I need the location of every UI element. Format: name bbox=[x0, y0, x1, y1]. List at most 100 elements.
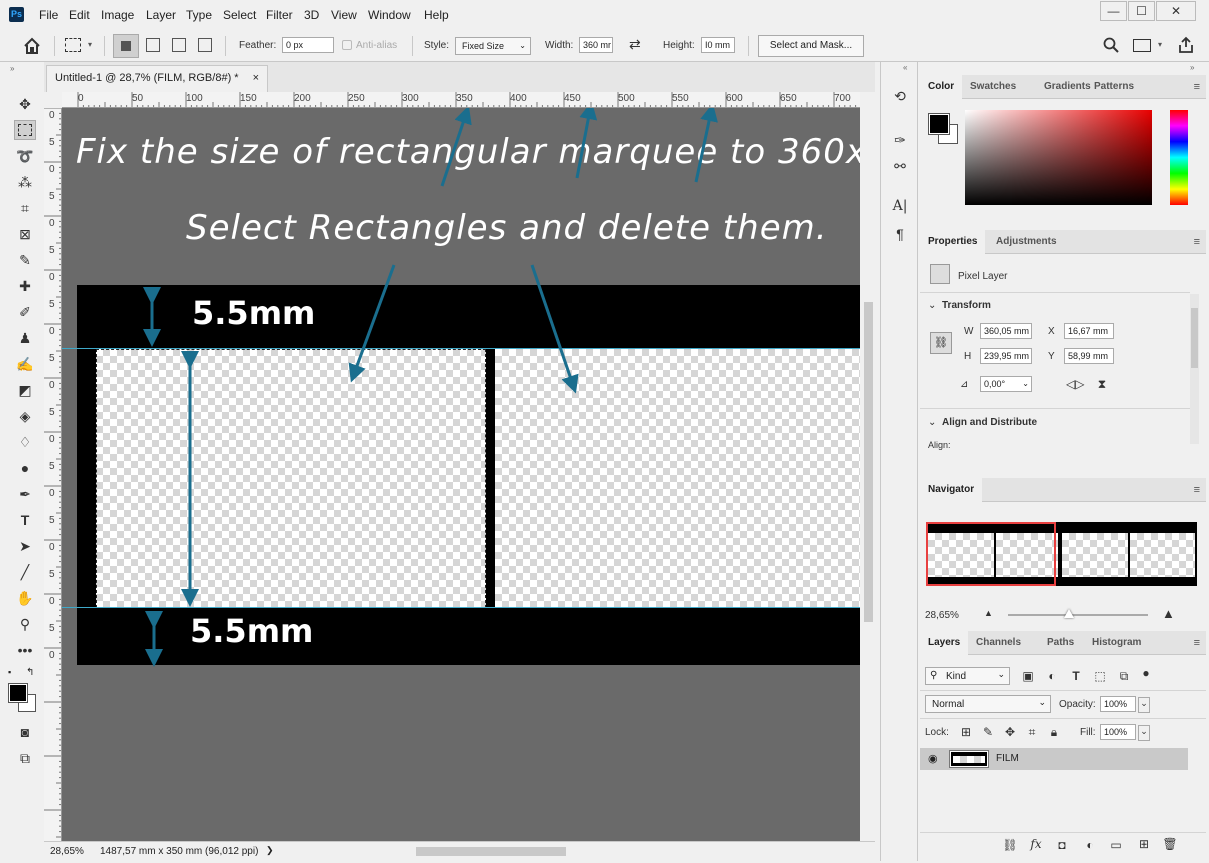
tab-channels[interactable]: Channels bbox=[968, 631, 1029, 655]
y-field[interactable]: 58,99 mm bbox=[1064, 348, 1114, 364]
navigator-thumbnail[interactable] bbox=[926, 522, 1197, 586]
tab-adjustments[interactable]: Adjustments bbox=[988, 230, 1065, 254]
align-header[interactable]: Align and Distribute bbox=[942, 417, 1037, 428]
close-button[interactable]: ✕ bbox=[1156, 1, 1196, 21]
move-tool-icon[interactable]: ✥ bbox=[14, 94, 36, 114]
lock-image-icon[interactable]: ✎ bbox=[980, 725, 996, 739]
add-mask-icon[interactable]: ◘ bbox=[1054, 838, 1070, 852]
delete-layer-icon[interactable]: 🗑︎ bbox=[1162, 837, 1178, 851]
panel-menu-icon[interactable]: ≡ bbox=[1194, 637, 1200, 649]
collapse-icon[interactable]: » bbox=[1190, 63, 1194, 72]
marquee-tool-icon[interactable] bbox=[14, 120, 36, 140]
close-icon[interactable]: × bbox=[253, 66, 259, 91]
filter-pixel-icon[interactable]: ▣ bbox=[1020, 669, 1036, 683]
eyedropper-tool-icon[interactable]: ✎ bbox=[14, 250, 36, 270]
eraser-tool-icon[interactable]: ◩ bbox=[14, 380, 36, 400]
link-icon[interactable]: ⛓ bbox=[930, 332, 952, 354]
chevron-down-icon[interactable]: ▾ bbox=[88, 40, 92, 49]
minimize-button[interactable]: — bbox=[1100, 1, 1127, 21]
dodge-tool-icon[interactable]: ● bbox=[14, 458, 36, 478]
line-tool-icon[interactable]: ╱ bbox=[14, 562, 36, 582]
color-foreground-swatch[interactable] bbox=[928, 113, 950, 135]
path-selection-tool-icon[interactable]: ➤ bbox=[14, 536, 36, 556]
menu-type[interactable]: Type bbox=[186, 8, 212, 22]
visibility-eye-icon[interactable]: ◉ bbox=[928, 752, 938, 765]
fill-field[interactable]: 100% bbox=[1100, 724, 1136, 740]
select-and-mask-button[interactable]: Select and Mask... bbox=[758, 35, 864, 57]
filter-smart-object-icon[interactable]: ⧉ bbox=[1116, 669, 1132, 684]
magic-wand-tool-icon[interactable]: ⁂ bbox=[14, 172, 36, 192]
tab-swatches[interactable]: Swatches bbox=[962, 75, 1024, 99]
chevron-down-icon[interactable]: ⌄ bbox=[1138, 725, 1150, 741]
paragraph-panel-icon[interactable]: ¶ bbox=[891, 224, 909, 244]
swap-colors-icon[interactable]: ↰ bbox=[26, 667, 34, 678]
status-menu-arrow[interactable]: ❯ bbox=[266, 845, 274, 856]
x-field[interactable]: 16,67 mm bbox=[1064, 323, 1114, 339]
swap-dimensions-icon[interactable]: ⇄ bbox=[629, 36, 641, 53]
width-field[interactable]: 360,05 mm bbox=[980, 323, 1032, 339]
menu-window[interactable]: Window bbox=[368, 8, 411, 22]
brushes-panel-icon[interactable]: ✑ bbox=[891, 130, 909, 150]
intersect-selection-icon[interactable] bbox=[198, 38, 212, 52]
clone-source-icon[interactable]: ⚯ bbox=[891, 156, 909, 176]
menu-3d[interactable]: 3D bbox=[304, 8, 319, 22]
panel-menu-icon[interactable]: ≡ bbox=[1194, 236, 1200, 248]
lock-transparent-icon[interactable]: ⊞ bbox=[958, 725, 974, 739]
flip-horizontal-icon[interactable]: ◁▷ bbox=[1066, 377, 1084, 391]
menu-file[interactable]: File bbox=[39, 8, 58, 22]
collapse-icon[interactable]: « bbox=[903, 63, 907, 72]
maximize-button[interactable]: ☐ bbox=[1128, 1, 1155, 21]
tab-layers[interactable]: Layers bbox=[920, 631, 969, 655]
document-tab[interactable]: Untitled-1 @ 28,7% (FILM, RGB/8#) * × bbox=[46, 65, 268, 92]
stamp-tool-icon[interactable]: ♟ bbox=[14, 328, 36, 348]
crop-tool-icon[interactable]: ⌗ bbox=[14, 198, 36, 218]
height-input[interactable]: I0 mm bbox=[701, 37, 735, 53]
navigator-view-box[interactable] bbox=[926, 522, 1056, 586]
chevron-down-icon[interactable]: ⌄ bbox=[928, 300, 936, 311]
navigator-zoom[interactable]: 28,65% bbox=[925, 610, 959, 621]
menu-layer[interactable]: Layer bbox=[146, 8, 176, 22]
subtract-selection-icon[interactable] bbox=[172, 38, 186, 52]
tab-color[interactable]: Color bbox=[920, 75, 963, 99]
height-field[interactable]: 239,95 mm bbox=[980, 348, 1032, 364]
brush-tool-icon[interactable]: ✐ bbox=[14, 302, 36, 322]
menu-filter[interactable]: Filter bbox=[266, 8, 293, 22]
opacity-field[interactable]: 100% bbox=[1100, 696, 1136, 712]
link-layers-icon[interactable]: ⛓ bbox=[1002, 838, 1018, 852]
zoom-level[interactable]: 28,65% bbox=[50, 846, 84, 857]
lock-artboard-icon[interactable]: ⌗ bbox=[1024, 725, 1040, 740]
tab-properties[interactable]: Properties bbox=[920, 230, 986, 254]
healing-tool-icon[interactable]: ✚ bbox=[14, 276, 36, 296]
new-group-icon[interactable]: ▭ bbox=[1108, 838, 1124, 852]
zoom-in-icon[interactable]: ▲ bbox=[1162, 606, 1175, 621]
chevron-down-icon[interactable]: ⌄ bbox=[928, 417, 936, 428]
more-tools-icon[interactable]: ••• bbox=[14, 640, 36, 660]
zoom-slider[interactable] bbox=[1008, 609, 1148, 618]
flip-vertical-icon[interactable]: ⧗ bbox=[1094, 377, 1110, 392]
tab-patterns[interactable]: Patterns bbox=[1086, 75, 1142, 99]
tab-paths[interactable]: Paths bbox=[1039, 631, 1082, 655]
feather-input[interactable]: 0 px bbox=[282, 37, 334, 53]
type-tool-icon[interactable]: T bbox=[14, 510, 36, 530]
chevron-down-icon[interactable]: ▾ bbox=[1158, 40, 1162, 49]
paint-bucket-tool-icon[interactable]: ◈ bbox=[14, 406, 36, 426]
workspace-icon[interactable] bbox=[1133, 39, 1151, 52]
zoom-tool-icon[interactable]: ⚲ bbox=[14, 614, 36, 634]
menu-select[interactable]: Select bbox=[223, 8, 256, 22]
filter-toggle-icon[interactable]: ● bbox=[1138, 666, 1154, 680]
transform-header[interactable]: Transform bbox=[942, 300, 991, 311]
filter-shape-icon[interactable]: ⬚ bbox=[1092, 669, 1108, 683]
layer-row[interactable]: ◉ FILM bbox=[920, 748, 1188, 770]
tab-histogram[interactable]: Histogram bbox=[1084, 631, 1149, 655]
blur-tool-icon[interactable]: ♢ bbox=[14, 432, 36, 452]
hue-slider[interactable] bbox=[1170, 110, 1188, 205]
menu-help[interactable]: Help bbox=[424, 8, 449, 22]
angle-field[interactable]: 0,00° ⌄ bbox=[980, 376, 1032, 392]
layer-filter-select[interactable]: ⚲ Kind ⌄ bbox=[925, 667, 1010, 685]
frame-tool-icon[interactable]: ⊠ bbox=[14, 224, 36, 244]
quick-mask-icon[interactable]: ◙ bbox=[14, 722, 36, 742]
default-colors-icon[interactable]: ▪ bbox=[8, 667, 11, 677]
pen-tool-icon[interactable]: ✒ bbox=[14, 484, 36, 504]
lasso-tool-icon[interactable]: ➰ bbox=[14, 146, 36, 166]
filter-type-icon[interactable]: T bbox=[1068, 669, 1084, 683]
